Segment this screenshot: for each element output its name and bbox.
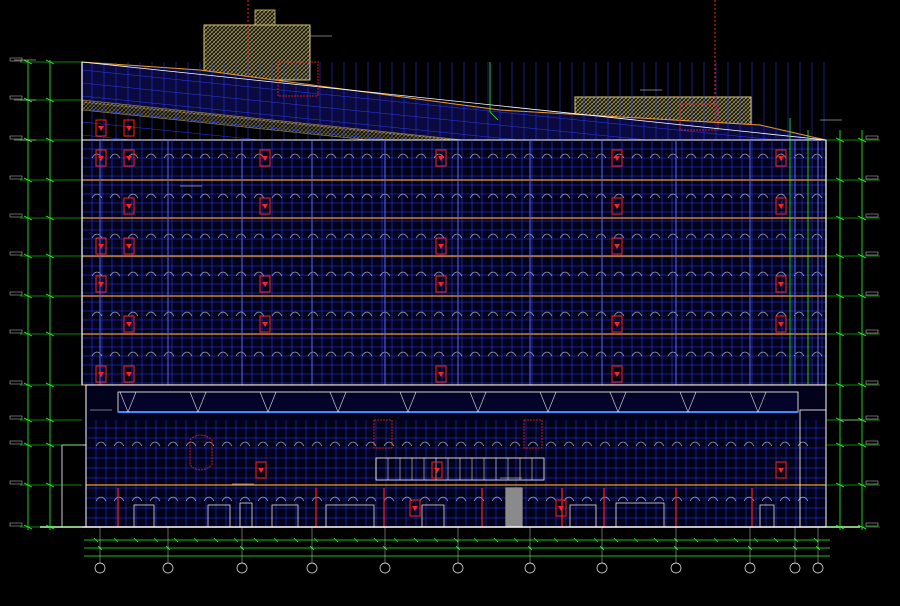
podium-canopy	[117, 391, 799, 413]
podium-layer	[40, 384, 860, 528]
grey-service-door	[506, 488, 522, 527]
tower-facade	[81, 139, 827, 386]
roof-chimney	[254, 9, 276, 26]
elevation-drawing	[0, 0, 900, 606]
roof-plant-box-left	[203, 24, 311, 81]
